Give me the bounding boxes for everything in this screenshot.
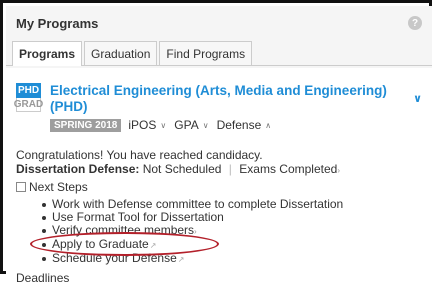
next-steps-list: Work with Defense committee to complete … (16, 198, 422, 266)
chevron-right-icon: › (194, 227, 197, 236)
programs-content: PHD GRAD Electrical Engineering (Arts, M… (6, 68, 432, 285)
chevron-down-icon: ∨ (202, 120, 209, 130)
tab-programs[interactable]: Programs (12, 41, 83, 66)
program-row: PHD GRAD Electrical Engineering (Arts, M… (13, 83, 422, 132)
defense-status-label: Dissertation Defense: (16, 162, 140, 176)
help-icon[interactable]: ? (408, 16, 422, 30)
next-steps-toggle[interactable]: Next Steps (16, 180, 422, 194)
chevron-down-icon: ∨ (160, 120, 167, 130)
defense-label: Defense (216, 118, 262, 132)
list-item[interactable]: Schedule your Defense↗ (42, 251, 422, 266)
program-badge: PHD GRAD (13, 83, 44, 112)
list-item[interactable]: Verify committee members› (42, 223, 422, 238)
deadlines-link[interactable]: Deadlines (16, 271, 422, 285)
divider: | (228, 162, 232, 176)
chevron-down-icon[interactable]: ∨ (413, 91, 422, 107)
defense-status-value: Not Scheduled (142, 162, 222, 176)
program-name-link[interactable]: Electrical Engineering (Arts, Media and … (50, 83, 422, 115)
program-meta-row: SPRING 2018 iPOS ∨ GPA ∨ Defense ∧ (50, 118, 422, 132)
chevron-right-icon: › (337, 166, 340, 175)
chevron-up-icon: ∧ (265, 120, 272, 130)
gpa-label: GPA (174, 118, 199, 132)
defense-dropdown[interactable]: Defense ∧ (217, 118, 272, 132)
term-badge: SPRING 2018 (50, 118, 122, 132)
program-name-text: Electrical Engineering (Arts, Media and … (50, 83, 387, 114)
defense-status-line: Dissertation Defense: Not Scheduled | Ex… (16, 162, 422, 178)
external-link-icon: ↗ (177, 255, 185, 264)
exams-completed-label: Exams Completed (239, 162, 338, 176)
tab-find-programs[interactable]: Find Programs (159, 41, 253, 65)
panel-title: My Programs (16, 15, 99, 31)
step-text[interactable]: Schedule your Defense (52, 251, 177, 265)
external-link-icon: ↗ (149, 241, 157, 250)
step-text[interactable]: Apply to Graduate (52, 237, 149, 251)
list-item[interactable]: Apply to Graduate↗ (42, 237, 422, 252)
step-text: Use Format Tool for Dissertation (52, 210, 224, 224)
level-badge: PHD (16, 83, 41, 98)
checkbox-icon[interactable] (16, 182, 26, 192)
career-badge: GRAD (13, 98, 44, 112)
program-info: Electrical Engineering (Arts, Media and … (50, 83, 422, 132)
window-frame: My Programs ? Programs Graduation Find P… (0, 0, 432, 285)
ipos-label: iPOS (128, 118, 157, 132)
step-text: Work with Defense committee to complete … (52, 197, 344, 211)
gpa-dropdown[interactable]: GPA ∨ (174, 118, 208, 132)
step-text[interactable]: Verify committee members (52, 223, 194, 237)
defense-status-section: Congratulations! You have reached candid… (16, 148, 422, 285)
ipos-dropdown[interactable]: iPOS ∨ (128, 118, 166, 132)
tab-graduation[interactable]: Graduation (84, 41, 158, 65)
next-steps-label: Next Steps (29, 180, 88, 194)
my-programs-panel: My Programs ? Programs Graduation Find P… (6, 6, 432, 285)
panel-header: My Programs ? (6, 6, 432, 40)
exams-completed-link[interactable]: Exams Completed› (239, 162, 340, 176)
candidacy-message: Congratulations! You have reached candid… (16, 148, 263, 162)
tab-bar: Programs Graduation Find Programs (6, 40, 432, 66)
